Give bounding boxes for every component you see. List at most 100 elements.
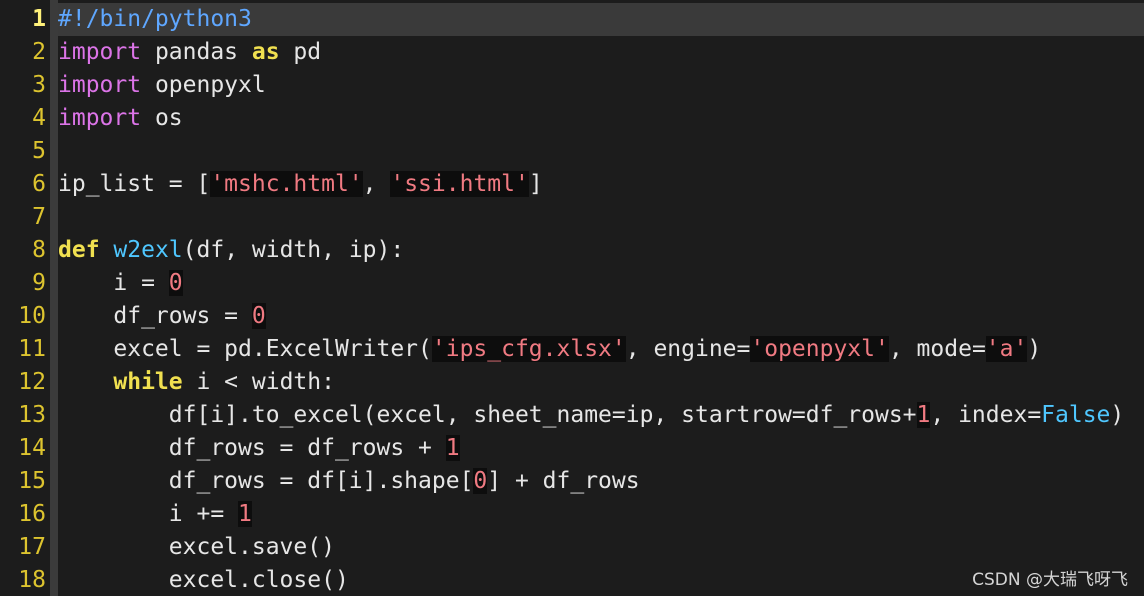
code-token-bold: while bbox=[113, 369, 183, 395]
code-text: df[i].to_excel(excel, sheet_name=ip, sta… bbox=[58, 402, 1124, 428]
code-token-plain: os bbox=[141, 105, 183, 131]
code-token-plain: df_rows = bbox=[58, 303, 252, 329]
code-token-plain: , index= bbox=[930, 402, 1042, 428]
code-token-plain: , mode= bbox=[888, 336, 986, 362]
code-text: import openpyxl bbox=[58, 72, 266, 98]
code-line[interactable]: 12 while i < width: bbox=[0, 366, 335, 399]
code-token-number: 0 bbox=[251, 303, 266, 329]
code-line[interactable]: 7 bbox=[0, 201, 58, 234]
code-token-plain: df_rows = df_rows + bbox=[58, 435, 446, 461]
line-number: 3 bbox=[32, 72, 46, 98]
code-token-comment: #!/bin/python3 bbox=[58, 6, 252, 32]
code-text: i = 0 bbox=[58, 270, 183, 296]
code-token-plain: ] + df_rows bbox=[487, 468, 640, 494]
code-line[interactable]: 4 import os bbox=[0, 102, 183, 135]
code-token-string: 'a' bbox=[985, 336, 1028, 362]
line-number: 7 bbox=[32, 204, 46, 230]
code-token-plain: , engine= bbox=[625, 336, 751, 362]
line-number: 6 bbox=[32, 171, 46, 197]
code-line[interactable]: 18 excel.close() bbox=[0, 564, 349, 596]
code-text: while i < width: bbox=[58, 369, 335, 395]
line-number: 8 bbox=[32, 237, 46, 263]
code-line[interactable]: 8 def w2exl(df, width, ip): bbox=[0, 234, 404, 267]
code-text: df_rows = df[i].shape[0] + df_rows bbox=[58, 468, 640, 494]
line-number: 11 bbox=[18, 336, 46, 362]
code-token-keyword: import bbox=[58, 39, 142, 65]
code-line[interactable]: 5 bbox=[0, 135, 58, 168]
line-number: 2 bbox=[32, 39, 46, 65]
line-number: 15 bbox=[18, 468, 46, 494]
line-number: 16 bbox=[18, 501, 46, 527]
line-number: 14 bbox=[18, 435, 46, 461]
code-token-plain: pandas bbox=[141, 39, 252, 65]
code-line[interactable]: 15 df_rows = df[i].shape[0] + df_rows bbox=[0, 465, 640, 498]
code-token-plain: i += bbox=[58, 501, 239, 527]
code-token-func: w2exl bbox=[113, 237, 183, 263]
code-text: df_rows = df_rows + 1 bbox=[58, 435, 460, 461]
code-line[interactable]: 9 i = 0 bbox=[0, 267, 183, 300]
code-token-number: 1 bbox=[916, 402, 931, 428]
code-token-string: 'ips_cfg.xlsx' bbox=[431, 336, 626, 362]
watermark: CSDN @大瑞飞呀飞 bbox=[972, 570, 1128, 590]
code-token-plain: excel.save() bbox=[58, 534, 335, 560]
code-token-plain: openpyxl bbox=[141, 72, 266, 98]
code-text: #!/bin/python3 bbox=[58, 6, 252, 32]
line-number: 13 bbox=[18, 402, 46, 428]
code-text: def w2exl(df, width, ip): bbox=[58, 237, 404, 263]
code-editor[interactable]: 1 #!/bin/python3 2 import pandas as pd 3 impo… bbox=[0, 0, 1144, 596]
code-token-string: 'ssi.html' bbox=[390, 171, 529, 197]
code-token-number: 1 bbox=[238, 501, 252, 527]
line-number: 4 bbox=[32, 105, 46, 131]
code-token-plain: excel.close() bbox=[58, 567, 349, 593]
code-token-plain: pd bbox=[279, 39, 322, 65]
code-line[interactable]: 2 import pandas as pd bbox=[0, 36, 321, 69]
code-token-plain: ) bbox=[1027, 336, 1042, 362]
line-number: 5 bbox=[32, 138, 46, 164]
line-number: 18 bbox=[18, 567, 46, 593]
code-token-plain: ) bbox=[1110, 402, 1125, 428]
code-line[interactable]: 16 i += 1 bbox=[0, 498, 252, 531]
code-text: df_rows = 0 bbox=[58, 303, 266, 329]
code-line[interactable]: 17 excel.save() bbox=[0, 531, 335, 564]
code-token-plain: i = bbox=[58, 270, 169, 296]
code-token-bold: def bbox=[58, 237, 100, 263]
code-token-plain: df[i].to_excel(excel, sheet_name=ip, sta… bbox=[58, 402, 917, 428]
code-text: import os bbox=[58, 105, 183, 131]
code-token-number: 0 bbox=[168, 270, 183, 296]
code-token-plain: df_rows = df[i].shape[ bbox=[58, 468, 474, 494]
code-token-string: 'mshc.html' bbox=[210, 171, 363, 197]
code-text: excel.close() bbox=[58, 567, 349, 593]
line-number: 12 bbox=[18, 369, 46, 395]
code-token-plain: ip_list = [ bbox=[58, 171, 211, 197]
code-token-bold: as bbox=[251, 39, 280, 65]
code-token-string: 'openpyxl' bbox=[750, 336, 889, 362]
code-text: excel = pd.ExcelWriter('ips_cfg.xlsx', e… bbox=[58, 336, 1041, 362]
code-token-plain: i < width: bbox=[182, 369, 335, 395]
line-number: 1 bbox=[32, 6, 46, 32]
code-line[interactable]: 13 df[i].to_excel(excel, sheet_name=ip, … bbox=[0, 399, 1124, 432]
code-token-const: False bbox=[1041, 402, 1111, 428]
code-text: import pandas as pd bbox=[58, 39, 321, 65]
code-line[interactable]: 11 excel = pd.ExcelWriter('ips_cfg.xlsx'… bbox=[0, 333, 1041, 366]
code-token-plain: excel = pd.ExcelWriter( bbox=[58, 336, 432, 362]
code-line[interactable]: 10 df_rows = 0 bbox=[0, 300, 266, 333]
code-token-plain: , bbox=[362, 171, 391, 197]
code-text: excel.save() bbox=[58, 534, 335, 560]
line-number: 10 bbox=[18, 303, 46, 329]
code-token-keyword: import bbox=[58, 105, 142, 131]
code-token-number: 0 bbox=[473, 468, 488, 494]
code-line[interactable]: 14 df_rows = df_rows + 1 bbox=[0, 432, 460, 465]
code-token-number: 1 bbox=[445, 435, 460, 461]
code-text: i += 1 bbox=[58, 501, 252, 527]
line-number: 9 bbox=[32, 270, 46, 296]
code-token-plain: (df, width, ip): bbox=[182, 237, 405, 263]
code-token-plain: ] bbox=[528, 171, 543, 197]
code-token-keyword: import bbox=[58, 72, 142, 98]
code-line[interactable]: 1 #!/bin/python3 bbox=[0, 3, 252, 36]
line-number: 17 bbox=[18, 534, 46, 560]
code-line[interactable]: 3 import openpyxl bbox=[0, 69, 266, 102]
code-text: ip_list = ['mshc.html', 'ssi.html'] bbox=[58, 171, 543, 197]
code-line[interactable]: 6 ip_list = ['mshc.html', 'ssi.html'] bbox=[0, 168, 543, 201]
